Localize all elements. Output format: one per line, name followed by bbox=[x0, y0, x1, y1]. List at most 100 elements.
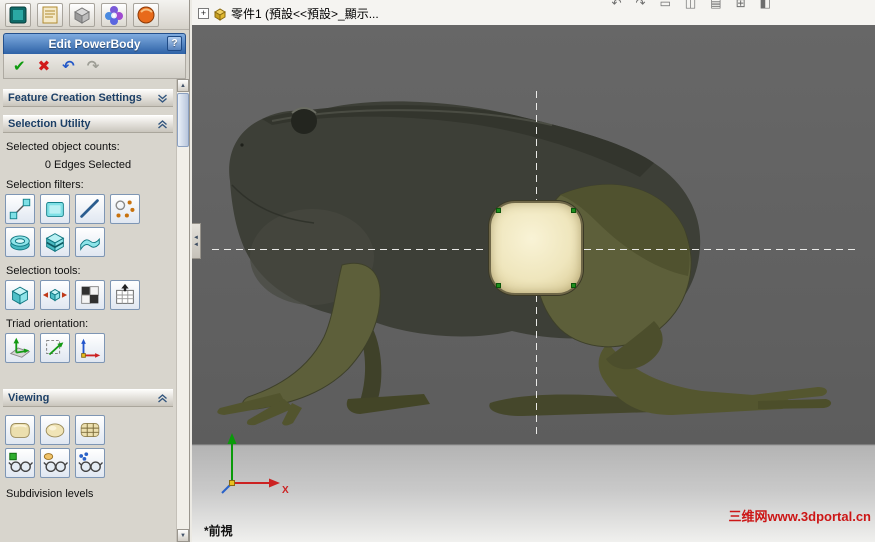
help-button[interactable]: ? bbox=[167, 36, 182, 51]
powerbody-tab-icon bbox=[9, 6, 27, 23]
feature-tree-node[interactable]: + 零件1 (預設<<預設>_顯示... bbox=[198, 5, 405, 25]
section-header-viewing[interactable]: Viewing bbox=[3, 389, 173, 407]
edge-filter-button[interactable] bbox=[75, 194, 105, 224]
vertex-filter-button[interactable] bbox=[5, 194, 35, 224]
chevron-up-icon bbox=[158, 393, 167, 403]
document-toolbar-icon-panes[interactable]: ◫ bbox=[685, 0, 696, 10]
section-header-feature-creation-settings[interactable]: Feature Creation Settings bbox=[3, 89, 173, 107]
triad-orientation-row bbox=[5, 333, 171, 363]
subdivision-levels-label: Subdivision levels bbox=[6, 488, 94, 500]
part-icon bbox=[214, 7, 226, 21]
section-label: Feature Creation Settings bbox=[8, 92, 142, 104]
document-toolbar: ↶ ↷ ▭ ◫ ▤ ⊞ ◧ bbox=[611, 0, 771, 10]
smooth-only-view-button[interactable] bbox=[40, 415, 70, 445]
align-to-plane-button[interactable] bbox=[5, 333, 35, 363]
cage-view-button[interactable] bbox=[75, 415, 105, 445]
chevron-up-icon bbox=[158, 119, 167, 129]
point-filter-button[interactable] bbox=[110, 194, 140, 224]
smooth-view-button[interactable] bbox=[5, 415, 35, 445]
document-top-strip: + 零件1 (預設<<預設>_顯示... ↶ ↷ ▭ ◫ ▤ ⊞ ◧ bbox=[192, 0, 875, 25]
panel-collapse-handle[interactable]: ◄ ◄ bbox=[192, 223, 201, 259]
document-toolbar-icon-window[interactable]: ◧ bbox=[760, 0, 771, 10]
volume-select-button[interactable] bbox=[5, 280, 35, 310]
checker-select-button[interactable] bbox=[75, 280, 105, 310]
grow-selection-button[interactable] bbox=[40, 280, 70, 310]
control-vertex[interactable] bbox=[496, 208, 501, 213]
toggle-mesh-icon bbox=[8, 452, 33, 473]
document-toolbar-icon-sheet[interactable]: ▭ bbox=[660, 0, 671, 10]
vertex-filter-icon bbox=[9, 198, 31, 220]
toggle-surface-button[interactable] bbox=[40, 448, 70, 478]
view-orientation-label: *前視 bbox=[204, 524, 233, 538]
app-window: Edit PowerBody ? ✔ ✖ ↶ ↷ Feature Creatio… bbox=[0, 0, 875, 542]
watermark-text: 三维网www.3dportal.cn bbox=[728, 509, 871, 524]
loop-band-select-icon bbox=[80, 237, 100, 252]
scroll-up-button[interactable]: ▲ bbox=[177, 79, 189, 92]
tree-expand-icon[interactable]: + bbox=[198, 8, 209, 19]
chevron-down-icon bbox=[158, 93, 167, 103]
selection-tools-row bbox=[5, 280, 171, 310]
panel-title: Edit PowerBody bbox=[48, 37, 141, 51]
selection-filters-label: Selection filters: bbox=[6, 179, 84, 191]
control-vertex[interactable] bbox=[496, 283, 501, 288]
face-filter-button[interactable] bbox=[40, 194, 70, 224]
section-label: Selection Utility bbox=[8, 118, 91, 130]
align-to-view-icon bbox=[46, 340, 64, 356]
toggle-surface-icon bbox=[43, 453, 68, 473]
pattern-select-icon bbox=[116, 283, 134, 304]
ok-button[interactable]: ✔ bbox=[13, 59, 26, 74]
render-tab[interactable] bbox=[133, 2, 159, 27]
edge-filter-icon bbox=[80, 199, 99, 218]
loop-ring-select-icon bbox=[10, 235, 30, 251]
viewing-row-2 bbox=[5, 448, 171, 478]
cancel-button[interactable]: ✖ bbox=[38, 59, 51, 74]
pattern-select-button[interactable] bbox=[110, 280, 140, 310]
viewing-row-1 bbox=[5, 415, 171, 445]
undo-button[interactable]: ↶ bbox=[62, 59, 75, 74]
selection-filters-row-1 bbox=[5, 194, 171, 224]
notes-tab-icon bbox=[42, 6, 58, 23]
viewport-3d[interactable]: X *前視 三维网www.3dportal.cn bbox=[192, 25, 875, 542]
redo-button[interactable]: ↷ bbox=[87, 59, 100, 74]
power-surfacing-tab[interactable] bbox=[101, 2, 127, 27]
toggle-mesh-button[interactable] bbox=[5, 448, 35, 478]
align-to-view-button[interactable] bbox=[40, 333, 70, 363]
loop-ring-select-button[interactable] bbox=[5, 227, 35, 257]
toggle-points-button[interactable] bbox=[75, 448, 105, 478]
loop-band-select-button[interactable] bbox=[75, 227, 105, 257]
model-tab-icon bbox=[73, 6, 91, 24]
selected-counts-value: 0 Edges Selected bbox=[44, 159, 132, 171]
cage-view-icon bbox=[80, 423, 100, 437]
triad-x-label: X bbox=[282, 485, 289, 496]
align-to-world-button[interactable] bbox=[75, 333, 105, 363]
point-filter-icon bbox=[115, 200, 135, 218]
power-surfacing-tab-icon bbox=[105, 5, 123, 25]
control-vertex[interactable] bbox=[571, 283, 576, 288]
model-tab[interactable] bbox=[69, 2, 95, 27]
control-vertex[interactable] bbox=[571, 208, 576, 213]
panel-content: Feature Creation Settings Selection Util… bbox=[0, 79, 176, 542]
loop-box-select-button[interactable] bbox=[40, 227, 70, 257]
graphics-area: + 零件1 (預設<<預設>_顯示... ↶ ↷ ▭ ◫ ▤ ⊞ ◧ X *前視… bbox=[190, 0, 875, 542]
notes-tab[interactable] bbox=[37, 2, 63, 27]
panel-tab-bar bbox=[0, 0, 189, 30]
section-header-selection-utility[interactable]: Selection Utility bbox=[3, 115, 173, 133]
align-to-world-icon bbox=[81, 338, 101, 358]
document-toolbar-icon-list[interactable]: ▤ bbox=[710, 0, 721, 10]
scrollbar-thumb[interactable] bbox=[177, 93, 189, 147]
powerbody-tab[interactable] bbox=[5, 2, 31, 27]
document-toolbar-icon-undo[interactable]: ↶ bbox=[611, 0, 621, 10]
section-label: Viewing bbox=[8, 392, 50, 404]
collapse-left-icon: ◄ bbox=[193, 241, 199, 248]
document-toolbar-icon-redo[interactable]: ↷ bbox=[636, 0, 646, 10]
smooth-view-icon bbox=[10, 423, 30, 438]
selected-face[interactable] bbox=[489, 201, 583, 295]
face-filter-icon bbox=[46, 202, 64, 217]
tree-node-label: 零件1 (預設<<預設>_顯示... bbox=[231, 7, 379, 21]
selection-tools-label: Selection tools: bbox=[6, 265, 81, 277]
document-toolbar-icon-grid[interactable]: ⊞ bbox=[736, 0, 746, 10]
checker-select-icon bbox=[81, 286, 99, 304]
panel-scrollbar[interactable]: ▲ ▼ bbox=[176, 79, 189, 542]
loop-box-select-icon bbox=[45, 233, 65, 253]
scroll-down-button[interactable]: ▼ bbox=[177, 529, 189, 542]
